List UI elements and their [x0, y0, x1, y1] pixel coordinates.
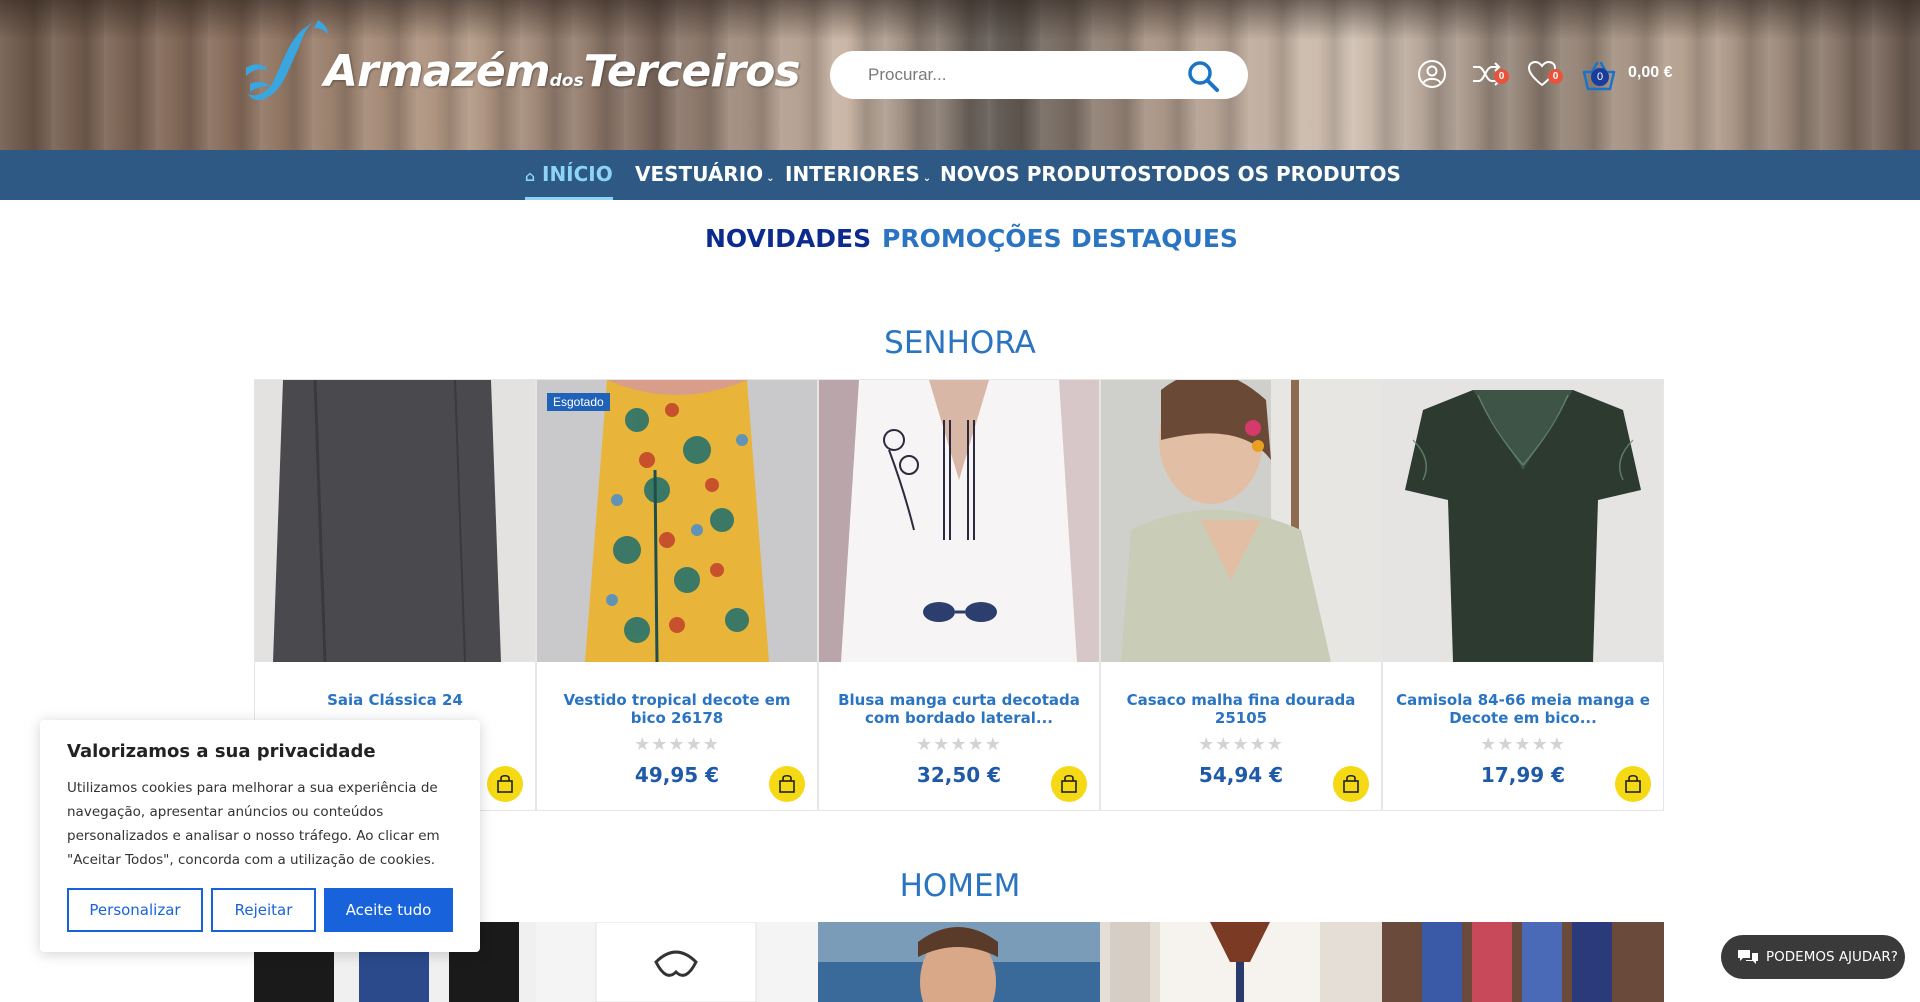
rating-stars: ★★★★★	[634, 734, 720, 755]
logo-text: ArmazémdosTerceiros	[324, 46, 801, 97]
reject-button[interactable]: Rejeitar	[211, 888, 316, 932]
rating-stars: ★★★★★	[1198, 734, 1284, 755]
nav-item-todos-produtos[interactable]: TODOS OS PRODUTOS	[1152, 150, 1401, 200]
cart-total[interactable]: 0,00 €	[1628, 64, 1672, 82]
product-card: Esgotado Vestido tropical decote em bico…	[536, 379, 818, 811]
shopping-bag-icon	[1061, 774, 1077, 793]
account-button[interactable]	[1416, 58, 1448, 90]
product-card: Casaco malha fina dourada 25105 ★★★★★ 54…	[1100, 379, 1382, 811]
chat-label: PODEMOS AJUDAR?	[1766, 949, 1898, 965]
add-to-cart-button[interactable]	[1051, 766, 1087, 802]
cart-count-badge: 0	[1591, 68, 1609, 86]
add-to-cart-button[interactable]	[487, 766, 523, 802]
product-card: Blusa manga curta decotada com bordado l…	[818, 379, 1100, 811]
site-logo[interactable]: ArmazémdosTerceiros	[244, 18, 801, 118]
rating-stars: ★★★★★	[1480, 734, 1566, 755]
add-to-cart-button[interactable]	[769, 766, 805, 802]
search-button[interactable]	[1186, 59, 1220, 93]
product-image[interactable]	[536, 922, 818, 1002]
out-of-stock-badge: Esgotado	[547, 393, 610, 411]
product-title[interactable]: Camisola 84-66 meia manga e Decote em bi…	[1395, 691, 1651, 727]
cookie-text: Utilizamos cookies para melhorar a sua e…	[67, 780, 440, 868]
tab-promocoes[interactable]: PROMOÇÕES	[882, 224, 1062, 253]
customize-button[interactable]: Personalizar	[67, 888, 203, 932]
rating-stars: ★★★★★	[916, 734, 1002, 755]
chat-widget-button[interactable]: PODEMOS AJUDAR?	[1721, 935, 1905, 979]
shopping-bag-icon	[1343, 774, 1359, 793]
search-bar	[830, 51, 1248, 99]
tab-novidades[interactable]: NOVIDADES	[705, 224, 871, 253]
nav-item-novos-produtos[interactable]: NOVOS PRODUTOS	[940, 150, 1152, 200]
product-title[interactable]: Vestido tropical decote em bico 26178	[549, 691, 805, 727]
site-header: ArmazémdosTerceiros 0 0	[0, 0, 1920, 150]
cookie-title: Valorizamos a sua privacidade	[67, 741, 376, 762]
add-to-cart-button[interactable]	[1333, 766, 1369, 802]
product-image[interactable]	[819, 380, 1099, 662]
wishlist-count-badge: 0	[1548, 69, 1563, 84]
product-image[interactable]	[1382, 922, 1664, 1002]
add-to-cart-button[interactable]	[1615, 766, 1651, 802]
tab-destaques[interactable]: DESTAQUES	[1071, 224, 1238, 253]
chevron-down-icon: ⌄	[922, 173, 932, 184]
nav-item-interiores[interactable]: INTERIORES ⌄	[785, 150, 931, 200]
product-image[interactable]	[1101, 380, 1381, 662]
section-title-senhora: SENHORA	[884, 325, 1036, 361]
product-title[interactable]: Saia Clássica 24	[267, 691, 523, 709]
home-icon: ⌂	[525, 169, 536, 185]
product-title[interactable]: Casaco malha fina dourada 25105	[1113, 691, 1369, 727]
compare-count-badge: 0	[1494, 69, 1509, 84]
chevron-down-icon: ⌄	[766, 173, 775, 184]
cookie-consent-banner: Valorizamos a sua privacidade Utilizamos…	[40, 720, 480, 952]
product-card: Camisola 84-66 meia manga e Decote em bi…	[1382, 379, 1664, 811]
user-icon	[1418, 60, 1446, 88]
nav-item-vestuario[interactable]: VESTUÁRIO ⌄	[635, 150, 775, 200]
search-icon	[1188, 61, 1219, 92]
nav-item-inicio[interactable]: ⌂ INÍCIO	[525, 150, 613, 200]
shopping-bag-icon	[497, 774, 513, 793]
product-image[interactable]	[818, 922, 1100, 1002]
product-image[interactable]: Esgotado	[537, 380, 817, 662]
product-image[interactable]	[1100, 922, 1382, 1002]
product-title[interactable]: Blusa manga curta decotada com bordado l…	[831, 691, 1087, 727]
accept-all-button[interactable]: Aceite tudo	[324, 888, 453, 932]
shopping-bag-icon	[779, 774, 795, 793]
shopping-bag-icon	[1625, 774, 1641, 793]
product-image[interactable]	[255, 380, 535, 662]
search-input[interactable]	[868, 63, 1168, 87]
chat-bubbles-icon	[1738, 950, 1758, 964]
main-navigation: ⌂ INÍCIO VESTUÁRIO ⌄ INTERIORES ⌄ NOVOS PR…	[0, 150, 1920, 200]
logo-swoosh-icon	[246, 20, 328, 101]
product-image[interactable]	[1383, 380, 1663, 662]
